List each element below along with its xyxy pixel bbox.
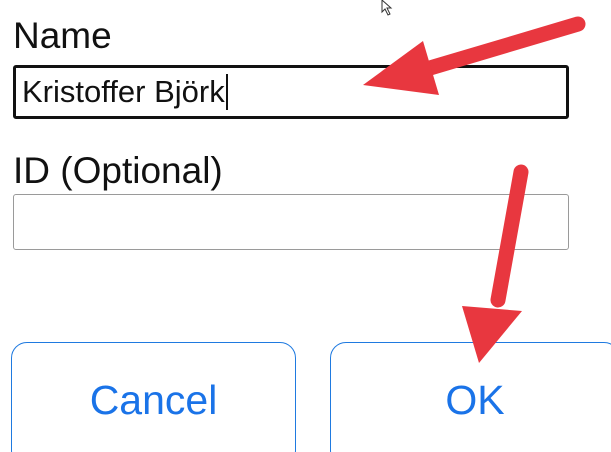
cancel-button[interactable]: Cancel <box>11 342 296 452</box>
name-label: Name <box>13 15 112 56</box>
cancel-button-label: Cancel <box>89 377 218 423</box>
id-input[interactable] <box>13 194 569 250</box>
text-caret <box>225 74 228 110</box>
ok-button[interactable]: OK <box>330 342 611 452</box>
name-input[interactable]: Kristoffer Björk <box>13 65 569 119</box>
ok-button-label: OK <box>445 377 505 423</box>
name-input-value: Kristoffer Björk <box>22 74 225 109</box>
mouse-pointer-icon <box>381 0 393 16</box>
id-label: ID (Optional) <box>13 150 223 191</box>
